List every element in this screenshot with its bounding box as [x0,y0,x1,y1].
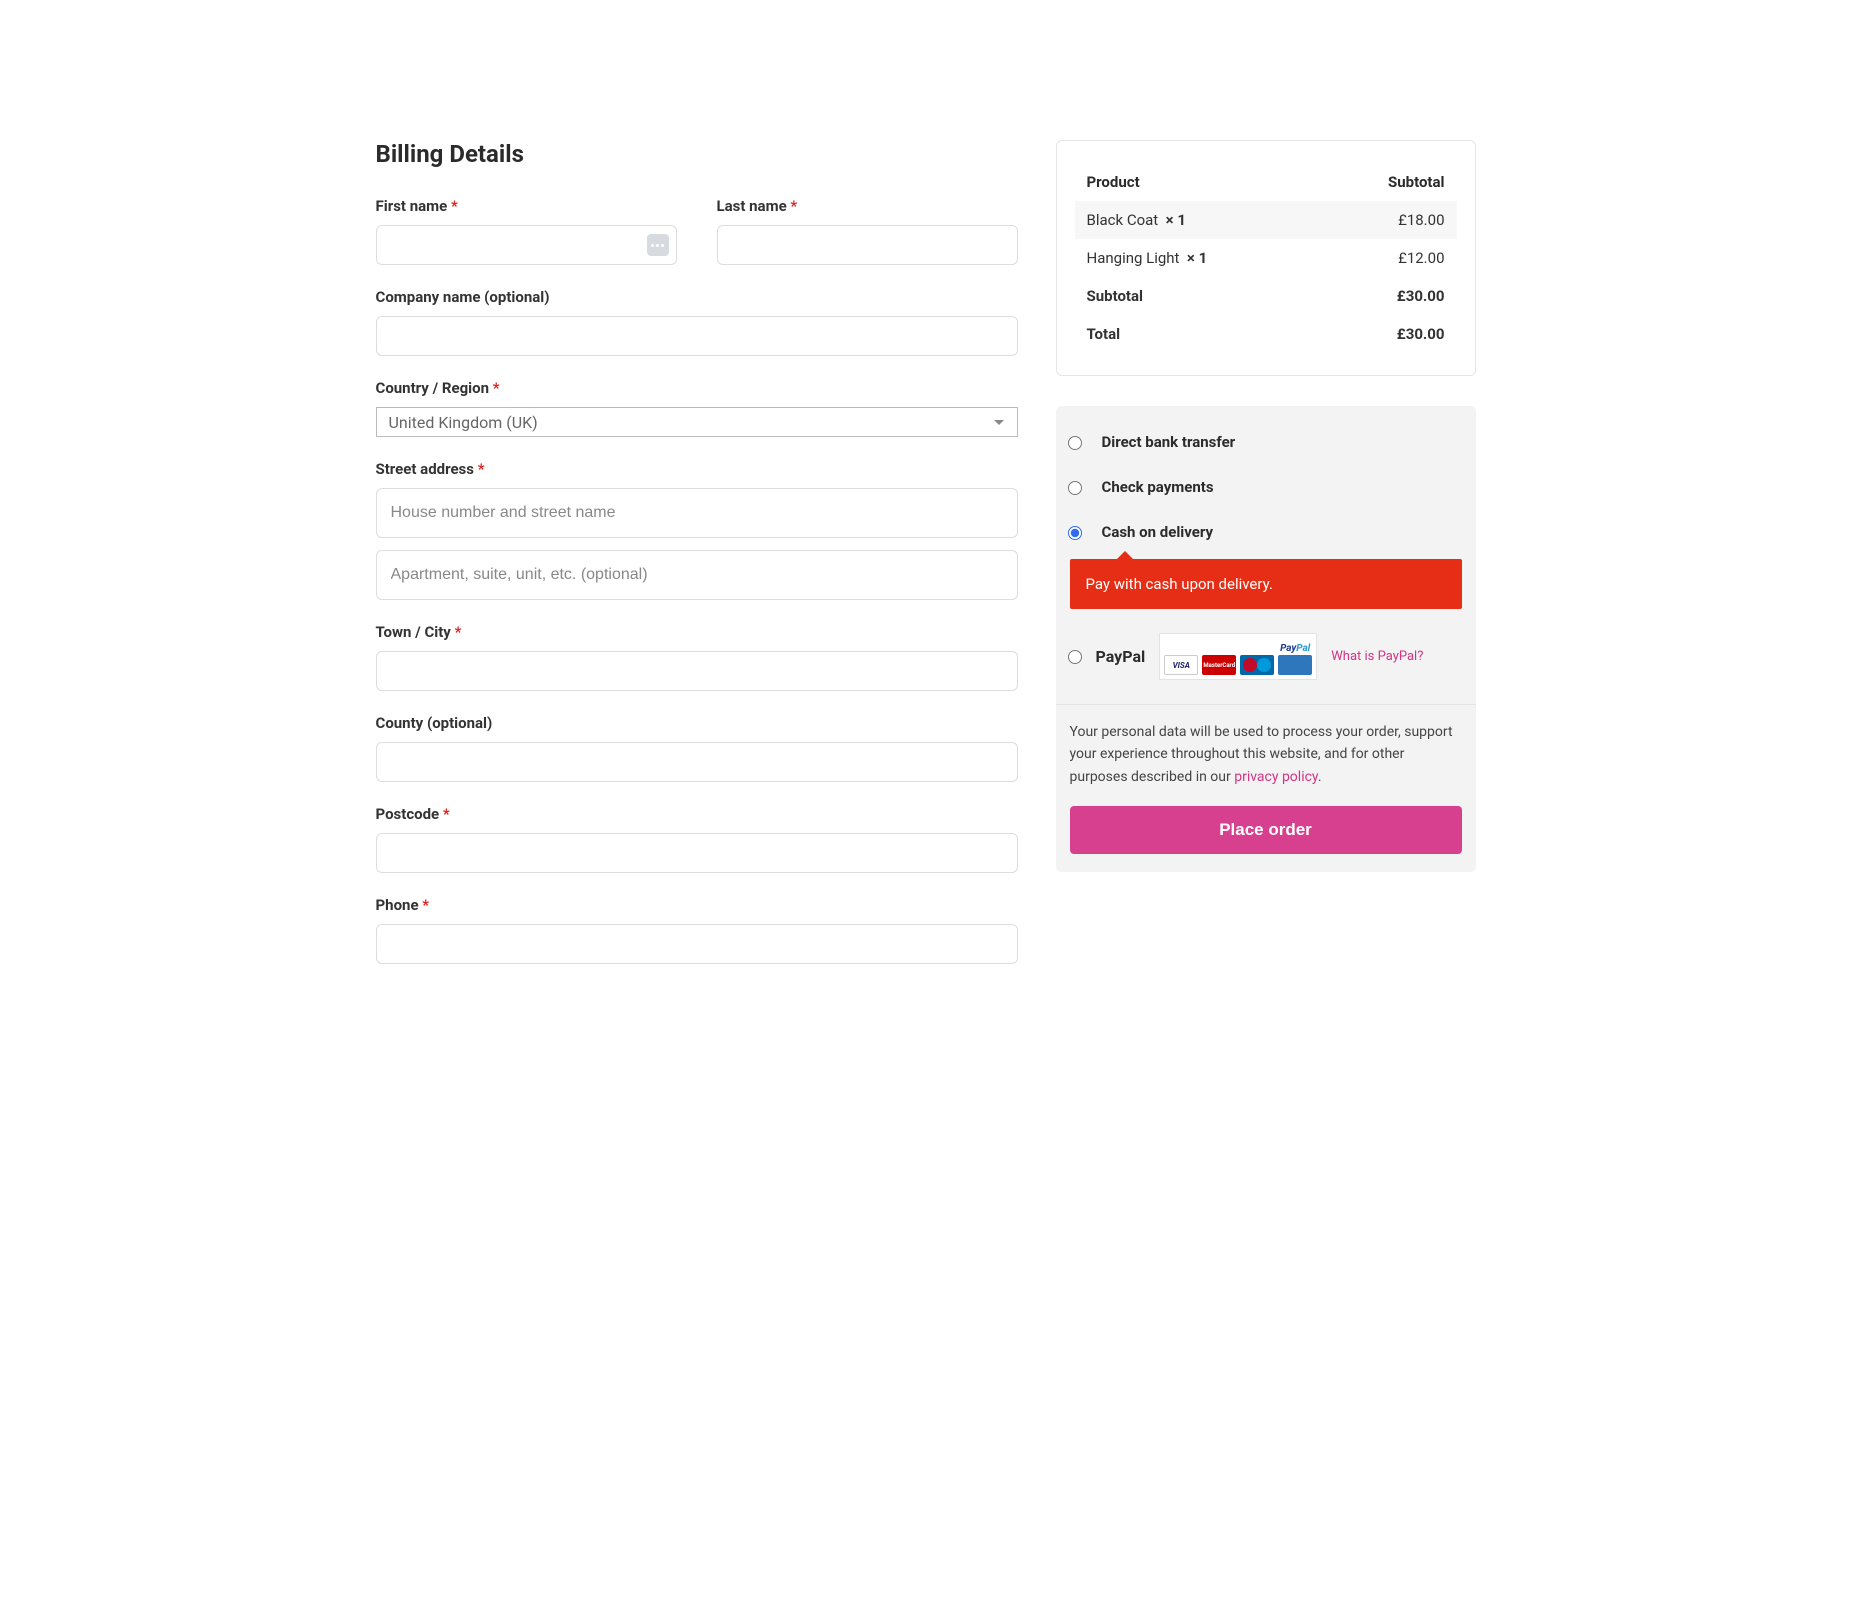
paypal-radio[interactable] [1068,650,1082,664]
order-subtotal-value: £30.00 [1397,287,1445,305]
phone-label: Phone * [376,895,1018,916]
privacy-policy-link[interactable]: privacy policy [1234,769,1318,785]
company-input[interactable] [376,316,1018,356]
last-name-label: Last name * [717,196,1018,217]
bank-transfer-radio[interactable] [1068,436,1082,450]
first-name-input[interactable] [376,225,677,265]
payment-methods: Direct bank transfer Check payments Cash… [1056,406,1476,872]
autofill-icon[interactable] [647,234,669,256]
what-is-paypal-link[interactable]: What is PayPal? [1331,649,1423,664]
check-payments-radio[interactable] [1068,481,1082,495]
last-name-input[interactable] [717,225,1018,265]
postcode-label: Postcode * [376,804,1018,825]
company-label: Company name (optional) [376,287,1018,308]
address-line1-input[interactable] [376,488,1018,538]
order-subtotal-label: Subtotal [1087,287,1144,305]
order-total-value: £30.00 [1397,325,1445,343]
payment-option-cod[interactable]: Cash on delivery [1056,514,1476,551]
payment-desc-caret-icon [1116,551,1134,560]
county-label: County (optional) [376,713,1018,734]
payment-option-paypal[interactable]: PayPal [1096,647,1146,666]
phone-input[interactable] [376,924,1018,964]
city-input[interactable] [376,651,1018,691]
page-title: Billing Details [376,140,1018,168]
order-header-product: Product [1087,173,1140,191]
payment-option-check[interactable]: Check payments [1056,469,1476,506]
postcode-input[interactable] [376,833,1018,873]
order-item-row: Black Coat × 1 £18.00 [1075,201,1457,239]
order-total-label: Total [1087,325,1121,343]
city-label: Town / City * [376,622,1018,643]
country-select[interactable]: United Kingdom (UK) [376,407,1018,437]
order-header-subtotal: Subtotal [1388,173,1445,191]
paypal-cards-icon: PayPal VISA MasterCard [1159,633,1317,680]
first-name-label: First name * [376,196,677,217]
privacy-notice: Your personal data will be used to proce… [1056,705,1476,806]
payment-method-description: Pay with cash upon delivery. [1070,559,1462,609]
address-line2-input[interactable] [376,550,1018,600]
cash-on-delivery-radio[interactable] [1068,526,1082,540]
county-input[interactable] [376,742,1018,782]
order-item-row: Hanging Light × 1 £12.00 [1075,239,1457,277]
payment-option-bank[interactable]: Direct bank transfer [1056,424,1476,461]
order-summary: Product Subtotal Black Coat × 1 £18.00 H… [1056,140,1476,376]
place-order-button[interactable]: Place order [1070,806,1462,854]
country-label: Country / Region * [376,378,1018,399]
address-label: Street address * [376,459,1018,480]
